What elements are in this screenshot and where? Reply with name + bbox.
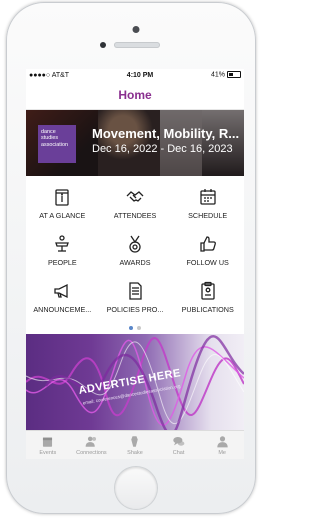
grid-item-announcements[interactable]: ANNOUNCEME... — [26, 274, 99, 321]
grid-item-label: ANNOUNCEME... — [33, 305, 92, 314]
document-icon — [129, 282, 142, 300]
status-time: 4:10 PM — [126, 71, 154, 79]
tab-label: Shake — [127, 450, 143, 456]
event-title: Movement, Mobility, R... — [92, 126, 240, 141]
grid-item-label: SCHEDULE — [188, 211, 228, 220]
tab-label: Events — [39, 450, 57, 456]
grid-item-label: POLICIES PRO... — [106, 305, 164, 314]
page-indicator — [26, 324, 244, 332]
page-dot-active[interactable] — [129, 326, 133, 330]
grid-item-label: AWARDS — [119, 258, 151, 267]
grid-item-awards[interactable]: AWARDS — [99, 227, 172, 274]
status-bar: ●●●●○ AT&T 4:10 PM 41% — [26, 69, 244, 81]
tab-label: Chat — [172, 450, 185, 456]
grid-item-policies[interactable]: POLICIES PRO... — [99, 274, 172, 321]
grid-item-publications[interactable]: PUBLICATIONS — [171, 274, 244, 321]
page-dot[interactable] — [137, 326, 141, 330]
tab-chat[interactable]: Chat — [157, 431, 201, 459]
grid-item-follow-us[interactable]: FOLLOW US — [171, 227, 244, 274]
event-dates: Dec 16, 2022 - Dec 16, 2023 — [92, 143, 233, 155]
tab-label: Connections — [76, 450, 107, 456]
grid-item-label: ATTENDEES — [113, 211, 157, 220]
grid-item-at-a-glance[interactable]: AT A GLANCE — [26, 180, 99, 227]
camera-dot — [132, 26, 140, 33]
front-camera — [100, 42, 106, 48]
event-banner[interactable]: dance studies association Movement, Mobi… — [26, 110, 244, 176]
carrier-signal: ●●●●○ AT&T — [29, 71, 70, 79]
app-screen: ●●●●○ AT&T 4:10 PM 41% Home dance studie… — [26, 69, 244, 459]
chat-bubbles-icon — [173, 436, 185, 446]
megaphone-icon — [54, 283, 68, 299]
grid-item-attendees[interactable]: ATTENDEES — [99, 180, 172, 227]
grid-item-label: FOLLOW US — [186, 258, 229, 267]
feature-grid: AT A GLANCE ATTENDEES SCHEDULE PEOPLE AW… — [26, 176, 244, 321]
battery-icon — [227, 71, 241, 79]
tab-label: Me — [218, 450, 226, 456]
earpiece-speaker — [114, 42, 160, 48]
tab-connections[interactable]: Connections — [70, 431, 114, 459]
medal-icon — [129, 235, 141, 253]
tab-events[interactable]: Events — [26, 431, 70, 459]
grid-item-label: PEOPLE — [47, 258, 77, 267]
handshake-icon — [126, 191, 144, 202]
page-title: Home — [118, 88, 152, 102]
clipboard-icon — [201, 281, 215, 300]
calendar-icon — [200, 189, 216, 205]
navigation-bar: Home — [26, 81, 244, 110]
battery-indicator: 41% — [210, 71, 241, 79]
calendar-icon — [43, 437, 53, 447]
advertisement-banner[interactable]: ADVERTISE HERE email: conferences@dances… — [26, 334, 244, 430]
shake-icon — [131, 436, 139, 447]
person-icon — [216, 436, 228, 448]
home-button[interactable] — [115, 467, 157, 509]
people-icon — [85, 436, 96, 447]
podium-icon — [55, 235, 70, 252]
grid-item-label: PUBLICATIONS — [181, 305, 234, 314]
battery-percent: 41% — [210, 71, 225, 79]
bottom-tab-bar: Events Connections Shake Chat Me — [26, 430, 244, 459]
tab-me[interactable]: Me — [200, 431, 244, 459]
association-logo: dance studies association — [38, 125, 76, 163]
thumbs-up-icon — [200, 236, 216, 252]
grid-item-label: AT A GLANCE — [39, 211, 86, 220]
grid-item-schedule[interactable]: SCHEDULE — [171, 180, 244, 227]
info-icon — [55, 189, 69, 206]
tab-shake[interactable]: Shake — [113, 431, 157, 459]
grid-item-people[interactable]: PEOPLE — [26, 227, 99, 274]
